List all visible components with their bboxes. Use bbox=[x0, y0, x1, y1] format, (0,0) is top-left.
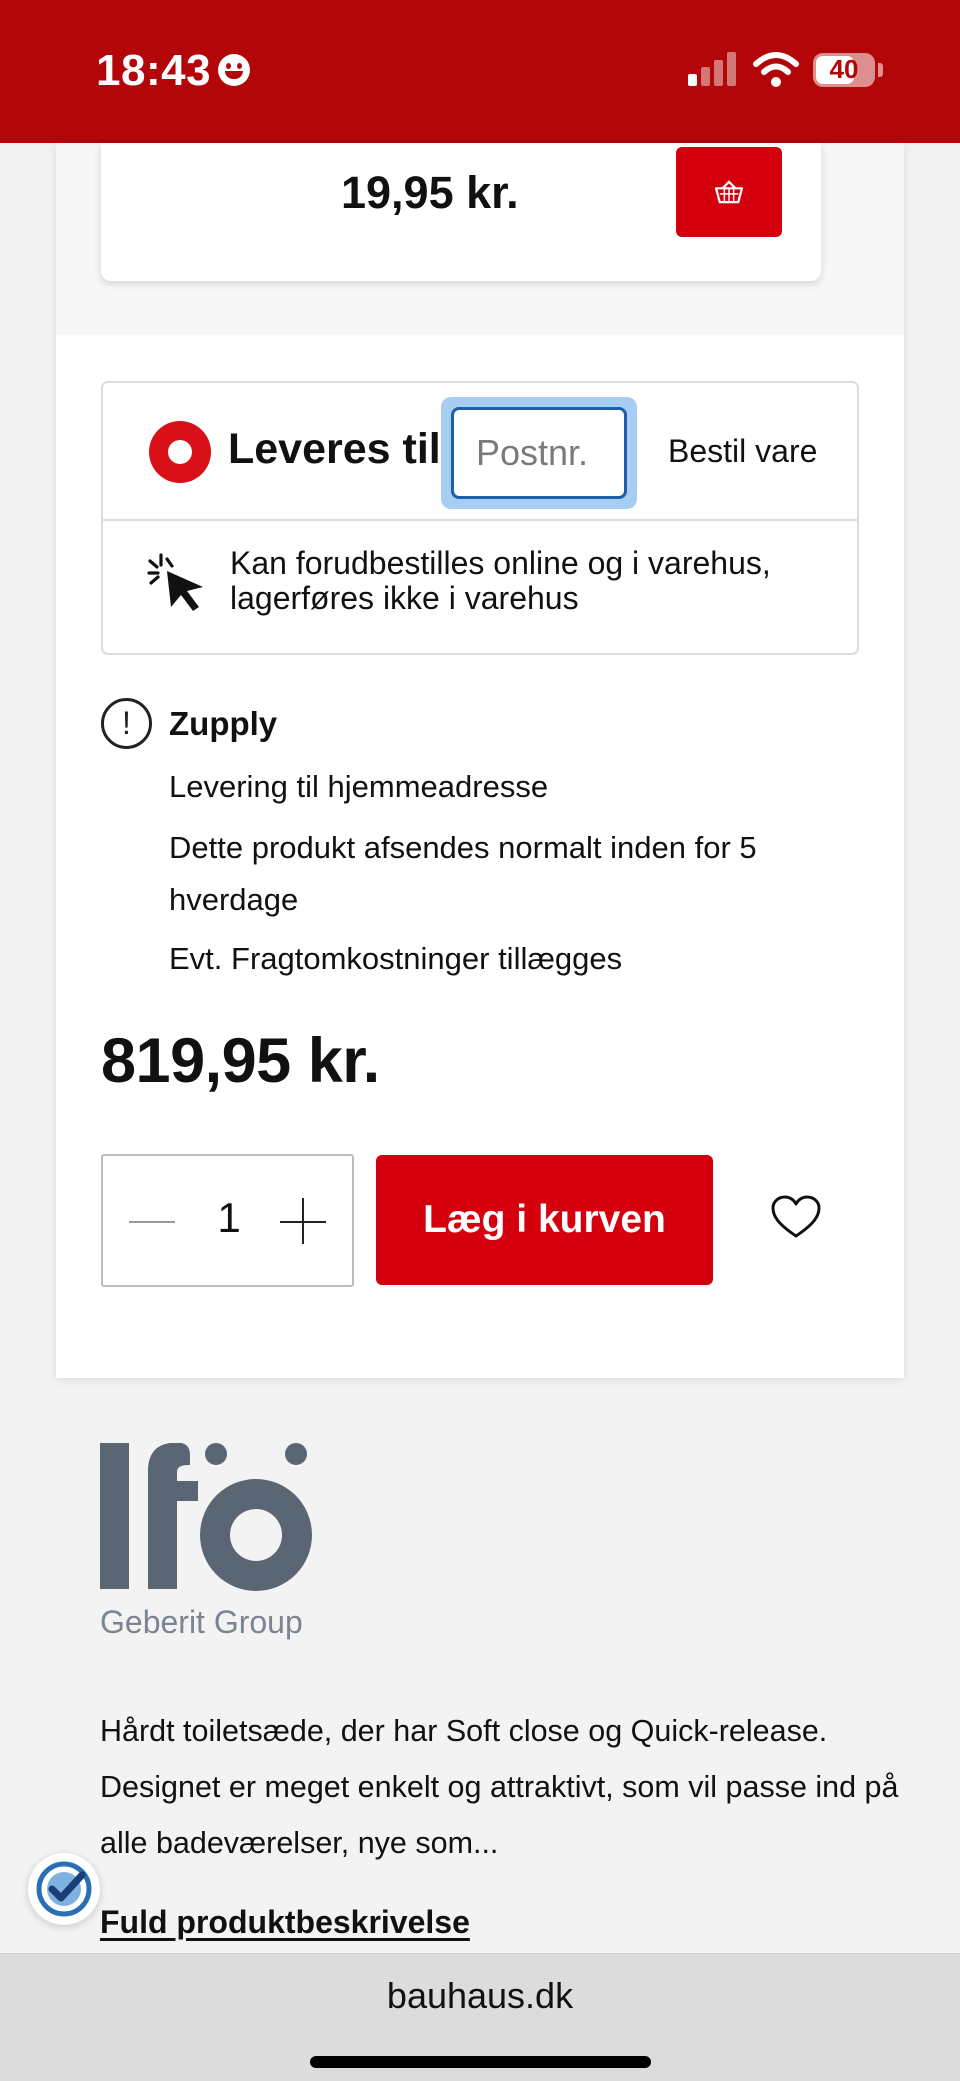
variant-price: 19,95 kr. bbox=[341, 167, 519, 218]
quantity-stepper: 1 bbox=[101, 1154, 354, 1287]
trust-badge[interactable] bbox=[28, 1853, 100, 1925]
product-price: 819,95 kr. bbox=[101, 1026, 380, 1096]
product-description: Hårdt toiletsæde, der har Soft close og … bbox=[100, 1714, 899, 1860]
browser-address-bar: bauhaus.dk bbox=[0, 1953, 960, 2081]
battery-level: 40 bbox=[829, 54, 859, 84]
status-bar: 18:43 40 bbox=[0, 0, 960, 143]
deliver-to-label: Leveres til: bbox=[228, 425, 456, 473]
delivery-divider bbox=[103, 519, 857, 521]
brand-group-label: Geberit Group bbox=[100, 1604, 303, 1640]
decrease-quantity-button[interactable] bbox=[129, 1202, 179, 1242]
shipping-line-home-delivery: Levering til hjemmeadresse bbox=[169, 769, 549, 804]
quantity-value[interactable]: 1 bbox=[199, 1194, 259, 1242]
variant-add-to-cart-button[interactable] bbox=[676, 147, 782, 237]
status-time: 18:43 bbox=[96, 46, 212, 95]
location-pin-icon bbox=[149, 421, 211, 483]
heart-icon[interactable] bbox=[770, 1194, 822, 1240]
shipping-line-freight-costs: Evt. Fragtomkostninger tillægges bbox=[169, 941, 623, 976]
url-label[interactable]: bauhaus.dk bbox=[0, 1975, 960, 2017]
smiley-icon bbox=[218, 54, 250, 86]
variant-card: 19,95 kr. bbox=[101, 143, 821, 281]
product-panel: 19,95 kr. Leveres til: Bestil vare Kan f… bbox=[56, 143, 904, 1378]
exclamation-info-icon: ! bbox=[101, 698, 152, 749]
add-to-cart-button[interactable]: Læg i kurven bbox=[376, 1155, 713, 1285]
cellular-signal-icon bbox=[688, 52, 738, 86]
increase-quantity-button[interactable] bbox=[280, 1198, 328, 1246]
verified-check-icon bbox=[36, 1861, 92, 1917]
postal-code-input[interactable] bbox=[451, 407, 627, 499]
preorder-text: Kan forudbestilles online og i varehus, … bbox=[230, 545, 771, 616]
postal-focus-ring bbox=[441, 397, 637, 509]
click-cursor-icon bbox=[147, 553, 203, 611]
full-description-link[interactable]: Fuld produktbeskrivelse bbox=[100, 1904, 470, 1941]
battery-icon: 40 bbox=[813, 53, 875, 87]
battery-cap bbox=[878, 63, 883, 77]
order-item-button[interactable]: Bestil vare bbox=[668, 433, 817, 470]
shipping-line-dispatch-time: Dette produkt afsendes normalt inden for… bbox=[169, 830, 757, 917]
delivery-box: Leveres til: Bestil vare Kan forudbestil… bbox=[101, 381, 859, 655]
basket-icon bbox=[714, 180, 744, 204]
wifi-icon bbox=[753, 52, 799, 87]
carrier-name: Zupply bbox=[169, 705, 278, 742]
home-indicator[interactable] bbox=[310, 2056, 651, 2068]
